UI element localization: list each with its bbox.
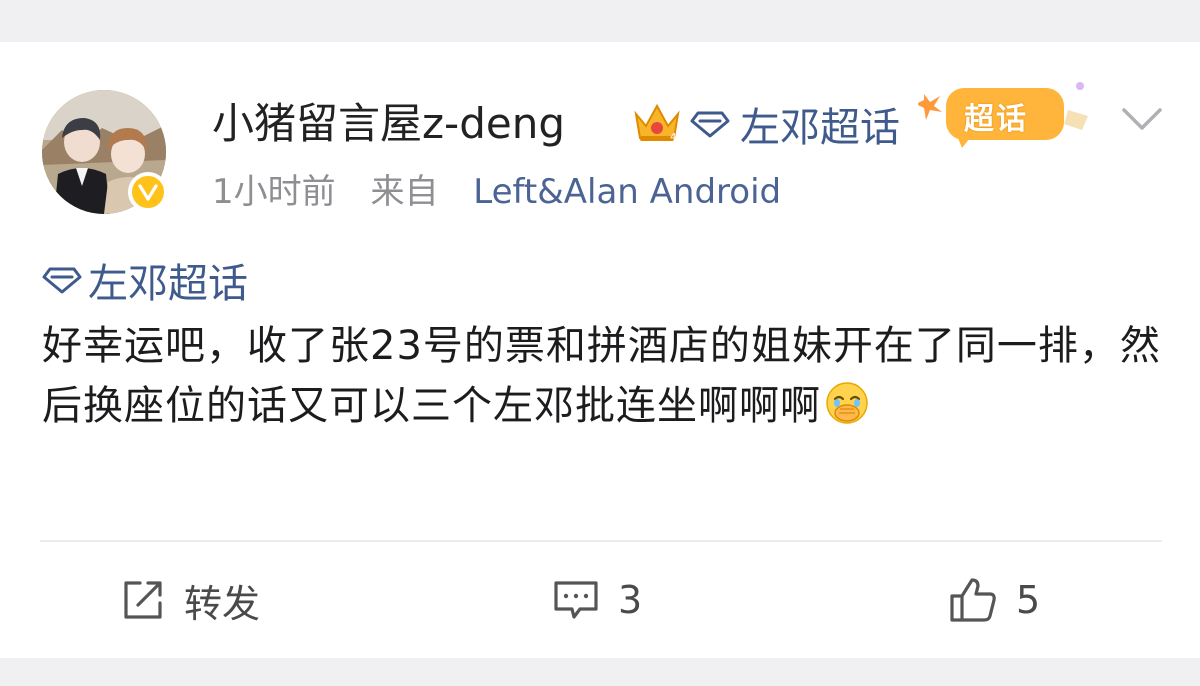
bottom-spacer [0,658,1200,686]
header-topic-label: 左邓超话 [740,105,900,151]
comment-button[interactable]: 3 [552,574,642,626]
super-badge-label: 超话 [964,102,1028,137]
source-app-link[interactable]: Left&Alan Android [473,172,781,212]
divider [40,540,1162,542]
comment-icon [554,581,598,619]
repost-button[interactable]: 转发 [120,574,260,626]
svg-text:4: 4 [670,132,676,143]
top-spacer [0,0,1200,42]
emoji-cover-mouth-icon [826,382,868,424]
diamond-topic-icon [42,267,82,294]
header-topic-link[interactable]: 左邓超话 [690,96,900,152]
post-topic-label: 左邓超话 [88,261,248,307]
repost-icon [124,581,162,619]
crown-icon: 4 [634,103,680,143]
like-count: 5 [1016,578,1041,622]
like-icon [950,578,996,622]
username[interactable]: 小猪留言屋z-deng [212,96,565,152]
chevron-down-icon[interactable] [1118,104,1166,136]
post-meta: 1小时前 来自 Left&Alan Android [212,168,781,216]
post-body: 好幸运吧，收了张23号的票和拼酒店的姐妹开在了同一排，然后换座位的话又可以三个左… [42,316,1162,436]
repost-label: 转发 [184,581,261,626]
super-topic-badge[interactable]: 超话 [918,72,1098,152]
comment-count: 3 [618,578,643,622]
verified-icon [128,172,168,212]
post-text: 好幸运吧，收了张23号的票和拼酒店的姐妹开在了同一排，然后换座位的话又可以三个左… [42,323,1161,429]
diamond-topic-icon [690,111,730,138]
source-prefix: 来自 [370,172,439,212]
post-time: 1小时前 [212,172,336,212]
post-topic-link[interactable]: 左邓超话 [42,252,248,308]
like-button[interactable]: 5 [948,574,1040,626]
